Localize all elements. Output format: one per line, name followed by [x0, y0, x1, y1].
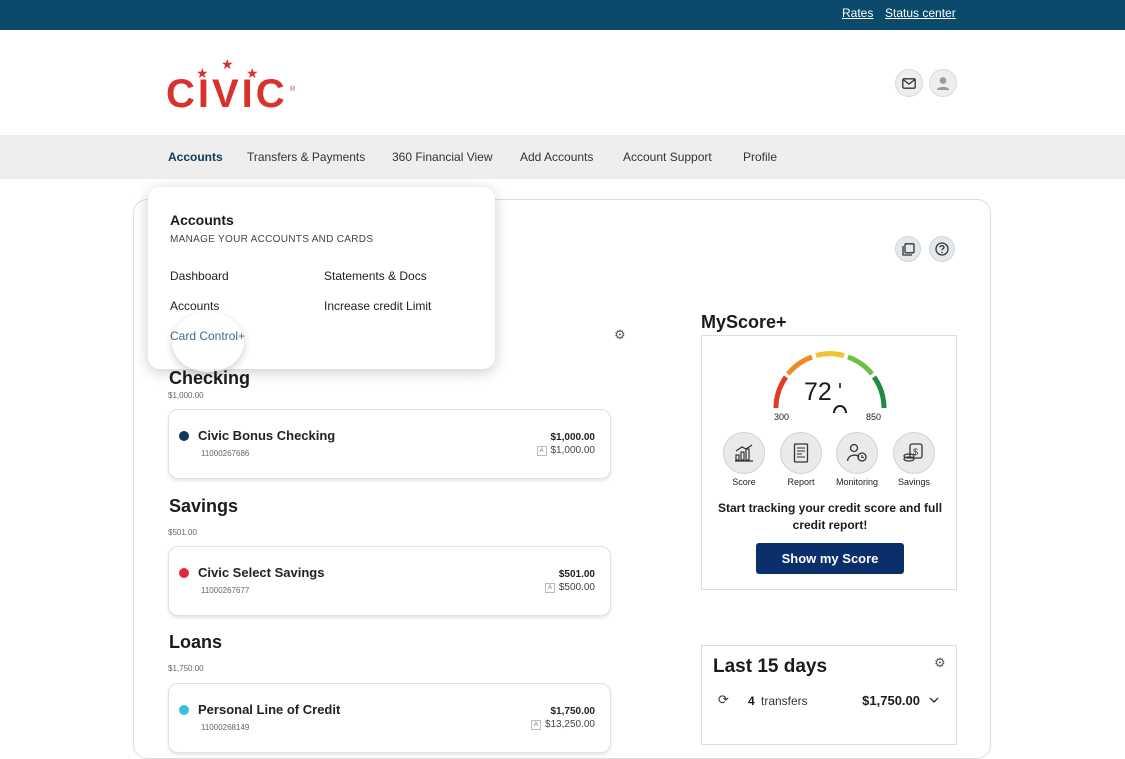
refresh-icon: ⟳	[718, 692, 729, 707]
bar-chart-icon	[735, 444, 753, 462]
account-number: 11000267686	[201, 449, 250, 458]
account-balance: $501.00	[558, 569, 595, 580]
menu-item-dashboard[interactable]: Dashboard	[170, 269, 229, 283]
score-min: 300	[774, 412, 789, 422]
checking-account-row[interactable]: Civic Bonus Checking 11000267686 $1,000.…	[168, 409, 611, 479]
myscore-message: Start tracking your credit score and ful…	[717, 501, 943, 532]
score-tool-button[interactable]	[723, 432, 765, 474]
user-icon	[936, 77, 950, 90]
available-amount: $1,000.00	[550, 445, 596, 456]
available-tag: A	[544, 583, 555, 593]
score-value: 72	[804, 378, 832, 406]
activity-settings-gear-icon[interactable]: ⚙	[934, 656, 946, 669]
civic-logo[interactable]: ★ ★ ★ CIVIC ®	[166, 56, 296, 116]
savings-tool-button[interactable]: $	[893, 432, 935, 474]
savings-section-title: Savings	[169, 496, 239, 516]
menu-item-card-control[interactable]: Card Control+	[170, 329, 245, 343]
savings-section-total: $501.00	[168, 528, 197, 537]
account-color-dot	[179, 431, 189, 441]
account-balance: $1,750.00	[550, 706, 596, 717]
monitoring-tool-button[interactable]	[836, 432, 878, 474]
help-icon	[935, 242, 949, 256]
last-15-days-panel: Last 15 days ⚙ ⟳ 4 transfers $1,750.00	[701, 645, 957, 745]
nav-account-support[interactable]: Account Support	[623, 150, 712, 164]
nav-add-accounts[interactable]: Add Accounts	[520, 150, 593, 164]
account-available: A $13,250.00	[530, 719, 595, 730]
loans-section-title: Loans	[169, 632, 223, 652]
status-center-link[interactable]: Status center	[885, 6, 956, 20]
credit-score-gauge: 72 300 850	[773, 351, 887, 422]
statements-button[interactable]	[895, 236, 921, 262]
report-tool-button[interactable]	[780, 432, 822, 474]
account-available: A $500.00	[544, 582, 595, 593]
nav-transfers-payments[interactable]: Transfers & Payments	[247, 150, 365, 164]
savings-coins-icon: $	[903, 443, 923, 462]
help-button[interactable]	[929, 236, 955, 262]
score-max: 850	[866, 412, 881, 422]
myscore-title: MyScore+	[701, 312, 787, 332]
savings-tool-label: Savings	[897, 477, 931, 487]
transfers-count: 4	[748, 694, 755, 708]
available-tag: A	[530, 720, 541, 730]
available-tag: A	[536, 446, 547, 456]
menu-item-increase-credit-limit[interactable]: Increase credit Limit	[324, 299, 431, 313]
checking-section-total: $1,000.00	[168, 391, 204, 400]
accounts-settings-gear-icon[interactable]: ⚙	[614, 328, 626, 341]
account-color-dot	[179, 568, 189, 578]
registered-mark: ®	[290, 86, 296, 93]
utility-bar: Rates Status center	[0, 0, 1125, 30]
account-color-dot	[179, 705, 189, 715]
nav-profile[interactable]: Profile	[743, 150, 777, 164]
transfers-amount: $1,750.00	[862, 693, 920, 708]
last-15-days-title: Last 15 days	[713, 656, 828, 677]
star-icon: ★	[221, 56, 234, 72]
available-amount: $13,250.00	[544, 719, 595, 730]
loans-section-total: $1,750.00	[168, 664, 204, 673]
menu-item-statements-docs[interactable]: Statements & Docs	[324, 269, 427, 283]
monitoring-tool-label: Monitoring	[835, 477, 879, 487]
score-tool-label: Score	[732, 477, 756, 487]
report-tool-label: Report	[787, 477, 815, 487]
account-number: 11000268149	[201, 723, 250, 732]
account-name: Civic Bonus Checking	[198, 428, 336, 443]
documents-icon	[901, 242, 915, 256]
myscore-panel: 72 300 850 Score Report Monitoring $ Sav…	[701, 335, 957, 590]
rates-link[interactable]: Rates	[842, 6, 873, 20]
transfers-summary-row[interactable]: ⟳ 4 transfers $1,750.00	[702, 692, 956, 714]
dropdown-subtitle: MANAGE YOUR ACCOUNTS AND CARDS	[170, 234, 374, 245]
account-name: Personal Line of Credit	[198, 702, 341, 717]
savings-account-row[interactable]: Civic Select Savings 11000267677 $501.00…	[168, 546, 611, 616]
nav-accounts[interactable]: Accounts	[168, 150, 223, 164]
show-my-score-button[interactable]: Show my Score	[756, 543, 904, 574]
menu-item-accounts[interactable]: Accounts	[170, 299, 219, 313]
available-amount: $500.00	[558, 582, 595, 593]
mail-icon	[902, 77, 916, 89]
report-icon	[793, 443, 809, 463]
account-name: Civic Select Savings	[198, 565, 325, 580]
account-available: A $1,000.00	[536, 445, 596, 456]
account-number: 11000267677	[201, 586, 250, 595]
logo-wordmark: CIVIC	[166, 72, 288, 116]
chevron-down-icon	[929, 697, 939, 703]
mail-button[interactable]	[895, 69, 923, 97]
nav-360-financial-view[interactable]: 360 Financial View	[392, 150, 493, 164]
main-nav: Accounts Transfers & Payments 360 Financ…	[0, 135, 1125, 179]
loans-account-row[interactable]: Personal Line of Credit 11000268149 $1,7…	[168, 683, 611, 753]
account-balance: $1,000.00	[550, 432, 596, 443]
profile-button[interactable]	[929, 69, 957, 97]
monitoring-icon	[846, 443, 867, 462]
dropdown-title: Accounts	[170, 212, 234, 228]
transfers-label: transfers	[761, 694, 808, 708]
